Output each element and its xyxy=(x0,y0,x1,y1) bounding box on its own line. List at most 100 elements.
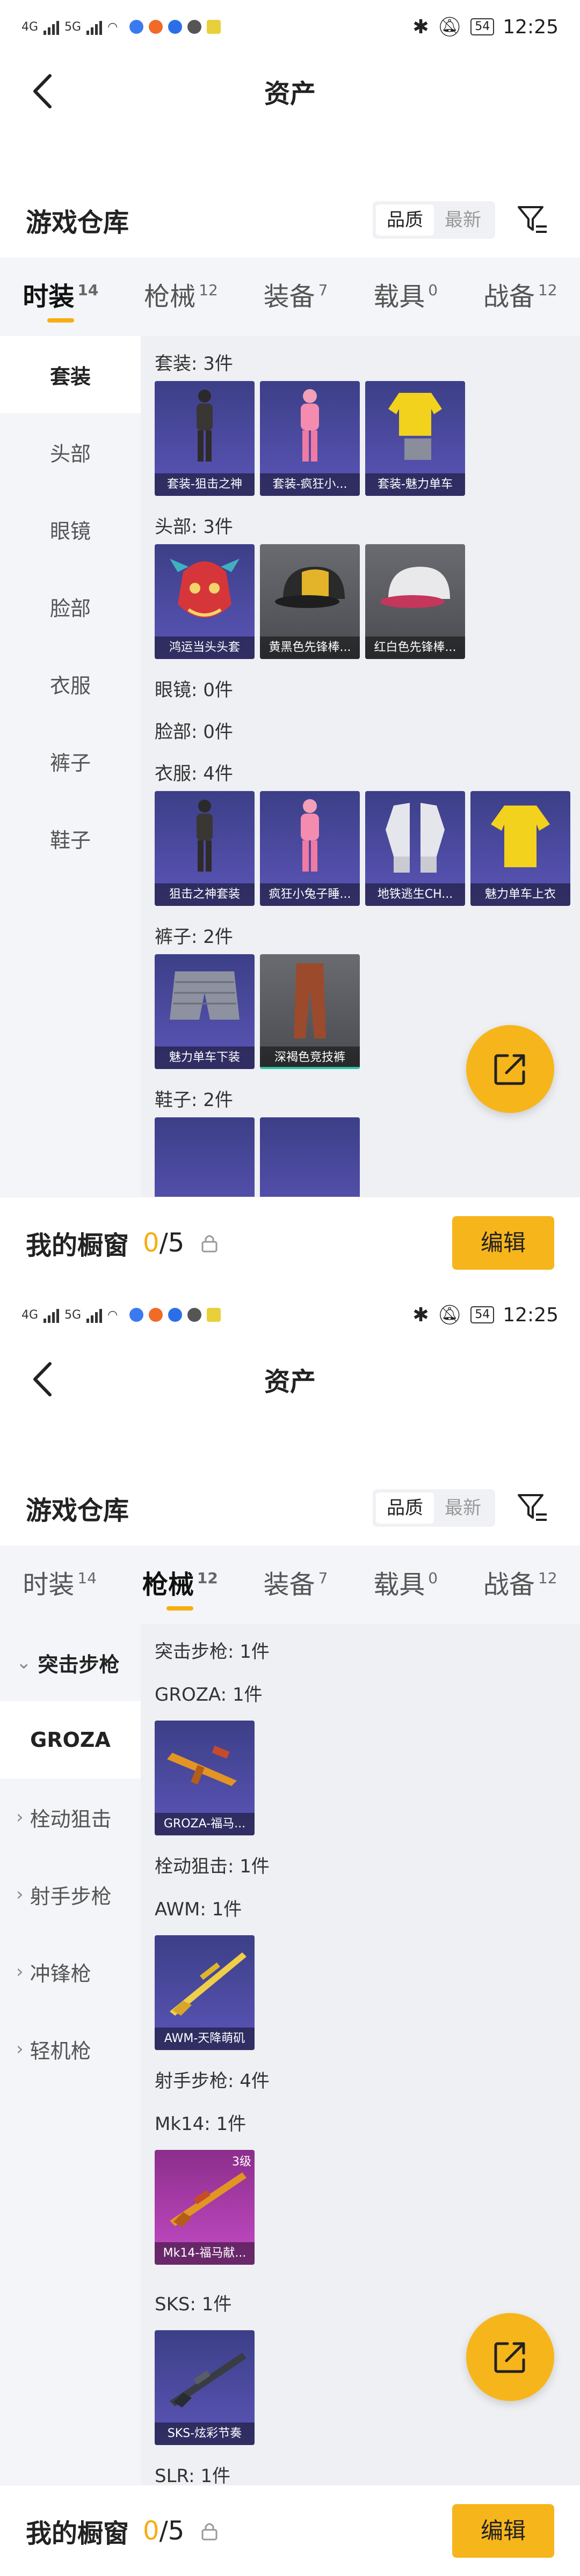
item-card[interactable]: 套装-疯狂小... xyxy=(260,381,360,496)
section-header: 套装: 3件 xyxy=(155,353,233,375)
tab-vehicles[interactable]: 载具 0 xyxy=(368,1558,443,1612)
shorts-icon xyxy=(170,971,240,1020)
item-grid: 3级 Mk14-福马献... xyxy=(155,2150,580,2271)
back-button[interactable] xyxy=(21,70,64,113)
sort-quality-button[interactable]: 品质 xyxy=(376,1492,434,1524)
wifi-icon: ◠ xyxy=(107,1308,118,1322)
item-card[interactable]: 3级 Mk14-福马献... xyxy=(155,2150,255,2265)
tab-supplies[interactable]: 战备 12 xyxy=(478,270,563,324)
sidebar-item-shoes[interactable]: 鞋子 xyxy=(0,800,141,877)
sidebar-item-marksman[interactable]: › 射手步枪 xyxy=(0,1856,141,1933)
tab-fashion[interactable]: 时装 14 xyxy=(17,270,104,324)
item-card[interactable]: GROZA-福马... xyxy=(155,1721,255,1835)
status-left: 4G 5G ◠ xyxy=(21,19,221,35)
item-card[interactable]: 深褐色竞技裤 xyxy=(260,954,360,1069)
sidebar-item-pants[interactable]: 裤子 xyxy=(0,722,141,800)
chevron-right-icon: › xyxy=(16,2038,24,2060)
item-card[interactable]: 红白色先锋棒... xyxy=(365,544,465,659)
sort-quality-button[interactable]: 品质 xyxy=(376,204,434,236)
item-card[interactable]: 地铁逃生CH... xyxy=(365,791,465,906)
sidebar-item-clothes[interactable]: 衣服 xyxy=(0,645,141,722)
subsection-header: AWM: 1件 xyxy=(155,1899,242,1920)
tab-fashion[interactable]: 时装 14 xyxy=(17,1558,102,1612)
item-label: 红白色先锋棒... xyxy=(365,636,465,659)
tab-vehicles[interactable]: 载具 0 xyxy=(368,270,443,324)
outfit-icon xyxy=(301,799,319,872)
item-card[interactable]: 狙击之神套装 xyxy=(155,791,255,906)
sidebar-item-outfit[interactable]: 套装 xyxy=(0,336,141,413)
item-card[interactable]: 魅力单车下装 xyxy=(155,954,255,1069)
edit-button[interactable]: 编辑 xyxy=(452,1216,554,1270)
item-card[interactable]: SKS-炫彩节奏 xyxy=(155,2330,255,2445)
network-type-2: 5G xyxy=(64,1308,82,1322)
edit-button[interactable]: 编辑 xyxy=(452,2504,554,2558)
rifle-icon xyxy=(167,1745,237,1786)
sort-latest-button[interactable]: 最新 xyxy=(434,204,492,236)
filter-button[interactable] xyxy=(511,199,554,241)
share-button[interactable] xyxy=(466,2313,554,2401)
share-button[interactable] xyxy=(466,1025,554,1113)
cap-icon xyxy=(275,567,345,608)
status-right: ✱ 🔕︎ 54 12:25 xyxy=(412,16,559,39)
item-label: GROZA-福马... xyxy=(155,1813,255,1835)
tab-supplies[interactable]: 战备 12 xyxy=(478,1558,563,1612)
tab-label: 枪械 xyxy=(142,1570,194,1600)
item-label: 鸿运当头头套 xyxy=(155,636,255,659)
showcase-bar: 我的橱窗 0/5 编辑 xyxy=(0,1197,580,1288)
sidebar-item-glasses[interactable]: 眼镜 xyxy=(0,491,141,568)
sort-toggle: 品质 最新 xyxy=(373,201,495,239)
sidebar-item-groza[interactable]: GROZA xyxy=(0,1701,141,1779)
item-card[interactable]: 套装-魅力单车 xyxy=(365,381,465,496)
item-grid: 狙击之神套装 疯狂小兔子睡... 地铁逃生CH... 魅力单车上衣 xyxy=(155,791,580,912)
item-card[interactable]: 套装-狙击之神 xyxy=(155,381,255,496)
back-button[interactable] xyxy=(21,1358,64,1401)
tab-indicator xyxy=(47,318,74,323)
tab-guns[interactable]: 枪械 12 xyxy=(137,1558,223,1612)
tab-count: 0 xyxy=(428,281,438,299)
jacket-icon xyxy=(386,803,445,873)
bluetooth-icon: ✱ xyxy=(412,16,429,38)
sidebar-item-assault-rifle[interactable]: ⌄ 突击步枪 xyxy=(0,1624,141,1701)
screen-fashion: 4G 5G ◠ ✱ 🔕︎ 54 12:25 资产 游戏仓库 品质 最新 时装 14… xyxy=(0,0,580,1288)
section-header: 裤子: 2件 xyxy=(155,926,233,948)
item-card[interactable]: 鸿运当头头套 xyxy=(155,544,255,659)
item-label: AWM-天降萌矶 xyxy=(155,2028,255,2050)
item-grid: GROZA-福马... xyxy=(155,1721,580,1842)
sidebar-item-label: 轻机枪 xyxy=(30,2039,91,2063)
sidebar-item-face[interactable]: 脸部 xyxy=(0,568,141,645)
sidebar-item-smg[interactable]: › 冲锋枪 xyxy=(0,1933,141,2010)
item-grid: 套装-狙击之神 套装-疯狂小... 套装-魅力单车 xyxy=(155,381,580,502)
sidebar-item-bolt-sniper[interactable]: › 栓动狙击 xyxy=(0,1779,141,1856)
tab-label: 时装 xyxy=(23,1570,75,1600)
app-icon xyxy=(187,20,202,34)
filter-button[interactable] xyxy=(511,1487,554,1529)
network-type: 4G xyxy=(21,1308,39,1322)
item-card[interactable]: 魅力单车上衣 xyxy=(470,791,570,906)
wifi-icon: ◠ xyxy=(107,20,118,34)
tab-equipment[interactable]: 装备 7 xyxy=(258,270,334,324)
item-card[interactable] xyxy=(260,1117,360,1197)
item-card[interactable] xyxy=(155,1117,255,1197)
status-left: 4G 5G ◠ xyxy=(21,1307,221,1323)
tab-count: 0 xyxy=(428,1569,438,1587)
outfit-icon xyxy=(197,390,213,462)
warehouse-title: 游戏仓库 xyxy=(26,208,129,238)
sort-latest-button[interactable]: 最新 xyxy=(434,1492,492,1524)
app-icon xyxy=(149,1308,163,1322)
tab-equipment[interactable]: 装备 7 xyxy=(258,1558,334,1612)
section-header: 脸部: 0件 xyxy=(155,721,233,743)
tab-guns[interactable]: 枪械 12 xyxy=(139,270,223,324)
item-card[interactable]: AWM-天降萌矶 xyxy=(155,1935,255,2050)
warehouse-header: 游戏仓库 品质 最新 xyxy=(0,1481,580,1535)
tab-label: 装备 xyxy=(263,282,315,312)
section-header: 突击步枪: 1件 xyxy=(155,1641,270,1663)
screen-guns: 4G 5G ◠ ✱ 🔕︎ 54 12:25 资产 游戏仓库 品质 最新 时装 14… xyxy=(0,1288,580,2576)
subsection-header: Mk14: 1件 xyxy=(155,2113,247,2135)
sniper-rifle-icon xyxy=(170,1952,247,2016)
showcase-count: 0/5 xyxy=(143,2516,184,2546)
sidebar-item-head[interactable]: 头部 xyxy=(0,413,141,491)
item-card[interactable]: 黄黑色先锋棒... xyxy=(260,544,360,659)
item-card[interactable]: 疯狂小兔子睡... xyxy=(260,791,360,906)
network-type-2: 5G xyxy=(64,20,82,34)
sidebar-item-lmg[interactable]: › 轻机枪 xyxy=(0,2010,141,2088)
